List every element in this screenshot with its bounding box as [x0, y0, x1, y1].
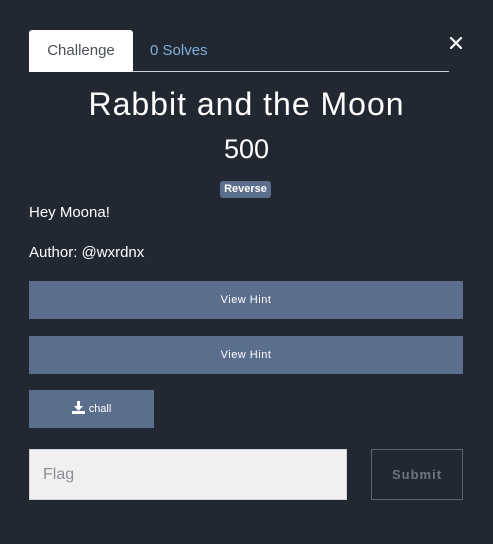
tab-solves[interactable]: 0 Solves [150, 30, 208, 71]
tab-challenge[interactable]: Challenge [29, 30, 133, 72]
file-label: chall [88, 403, 112, 415]
challenge-modal: Challenge 0 Solves Rabbit and the Moon 5… [0, 0, 493, 544]
download-file-button[interactable]: chall [29, 390, 154, 428]
submit-button[interactable]: Submit [371, 449, 463, 500]
close-icon [449, 36, 463, 50]
view-hint-button[interactable]: View Hint [29, 336, 463, 374]
view-hint-button[interactable]: View Hint [29, 281, 463, 319]
category-tag: Reverse [220, 181, 271, 198]
challenge-value: 500 [223, 134, 270, 164]
flag-input[interactable] [29, 449, 347, 500]
author-line: Author: @wxrdnx [29, 244, 145, 261]
tab-bar: Challenge 0 Solves [29, 30, 449, 72]
download-icon [71, 401, 85, 414]
description-line: Hey Moona! [29, 204, 110, 221]
challenge-title: Rabbit and the Moon [88, 86, 405, 122]
close-button[interactable] [446, 32, 466, 52]
